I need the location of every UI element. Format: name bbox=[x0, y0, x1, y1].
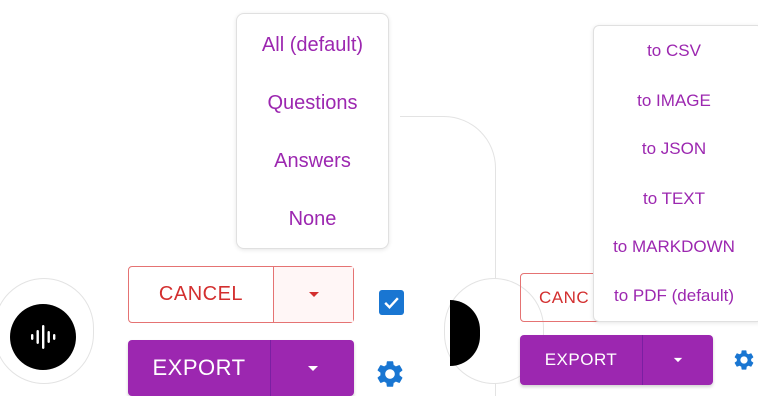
gear-icon[interactable] bbox=[732, 348, 756, 372]
menu-item-all[interactable]: All (default) bbox=[237, 33, 388, 57]
menu-item-none[interactable]: None bbox=[237, 207, 388, 231]
menu-item-questions[interactable]: Questions bbox=[237, 91, 388, 115]
export-dropdown-button[interactable] bbox=[271, 340, 354, 396]
export-split-button-right: EXPORT bbox=[520, 335, 713, 385]
menu-item-csv[interactable]: to CSV bbox=[594, 40, 754, 62]
cancel-button[interactable]: CANCEL bbox=[129, 267, 274, 322]
menu-item-pdf[interactable]: to PDF (default) bbox=[594, 285, 754, 307]
menu-item-markdown[interactable]: to MARKDOWN bbox=[594, 236, 754, 258]
gear-icon[interactable] bbox=[374, 358, 406, 390]
filter-menu: All (default) Questions Answers None bbox=[236, 13, 389, 249]
menu-item-text[interactable]: to TEXT bbox=[594, 188, 754, 210]
caret-down-icon bbox=[308, 292, 319, 297]
export-button-right[interactable]: EXPORT bbox=[520, 335, 643, 385]
option-checkbox[interactable] bbox=[379, 290, 404, 315]
menu-item-answers[interactable]: Answers bbox=[237, 149, 388, 173]
export-button[interactable]: EXPORT bbox=[128, 340, 271, 396]
export-format-menu: to CSV to IMAGE to JSON to TEXT to MARKD… bbox=[593, 25, 758, 322]
export-dropdown-button-right[interactable] bbox=[643, 335, 713, 385]
audio-wave-icon bbox=[31, 325, 56, 349]
check-icon bbox=[384, 297, 399, 309]
export-split-button: EXPORT bbox=[128, 340, 354, 396]
caret-down-icon bbox=[307, 365, 318, 371]
voice-button[interactable] bbox=[10, 304, 76, 370]
menu-item-image[interactable]: to IMAGE bbox=[594, 90, 754, 112]
cancel-dropdown-button[interactable] bbox=[274, 267, 353, 322]
menu-item-json[interactable]: to JSON bbox=[594, 138, 754, 160]
cancel-split-button: CANCEL bbox=[128, 266, 354, 323]
caret-down-icon bbox=[673, 357, 683, 363]
